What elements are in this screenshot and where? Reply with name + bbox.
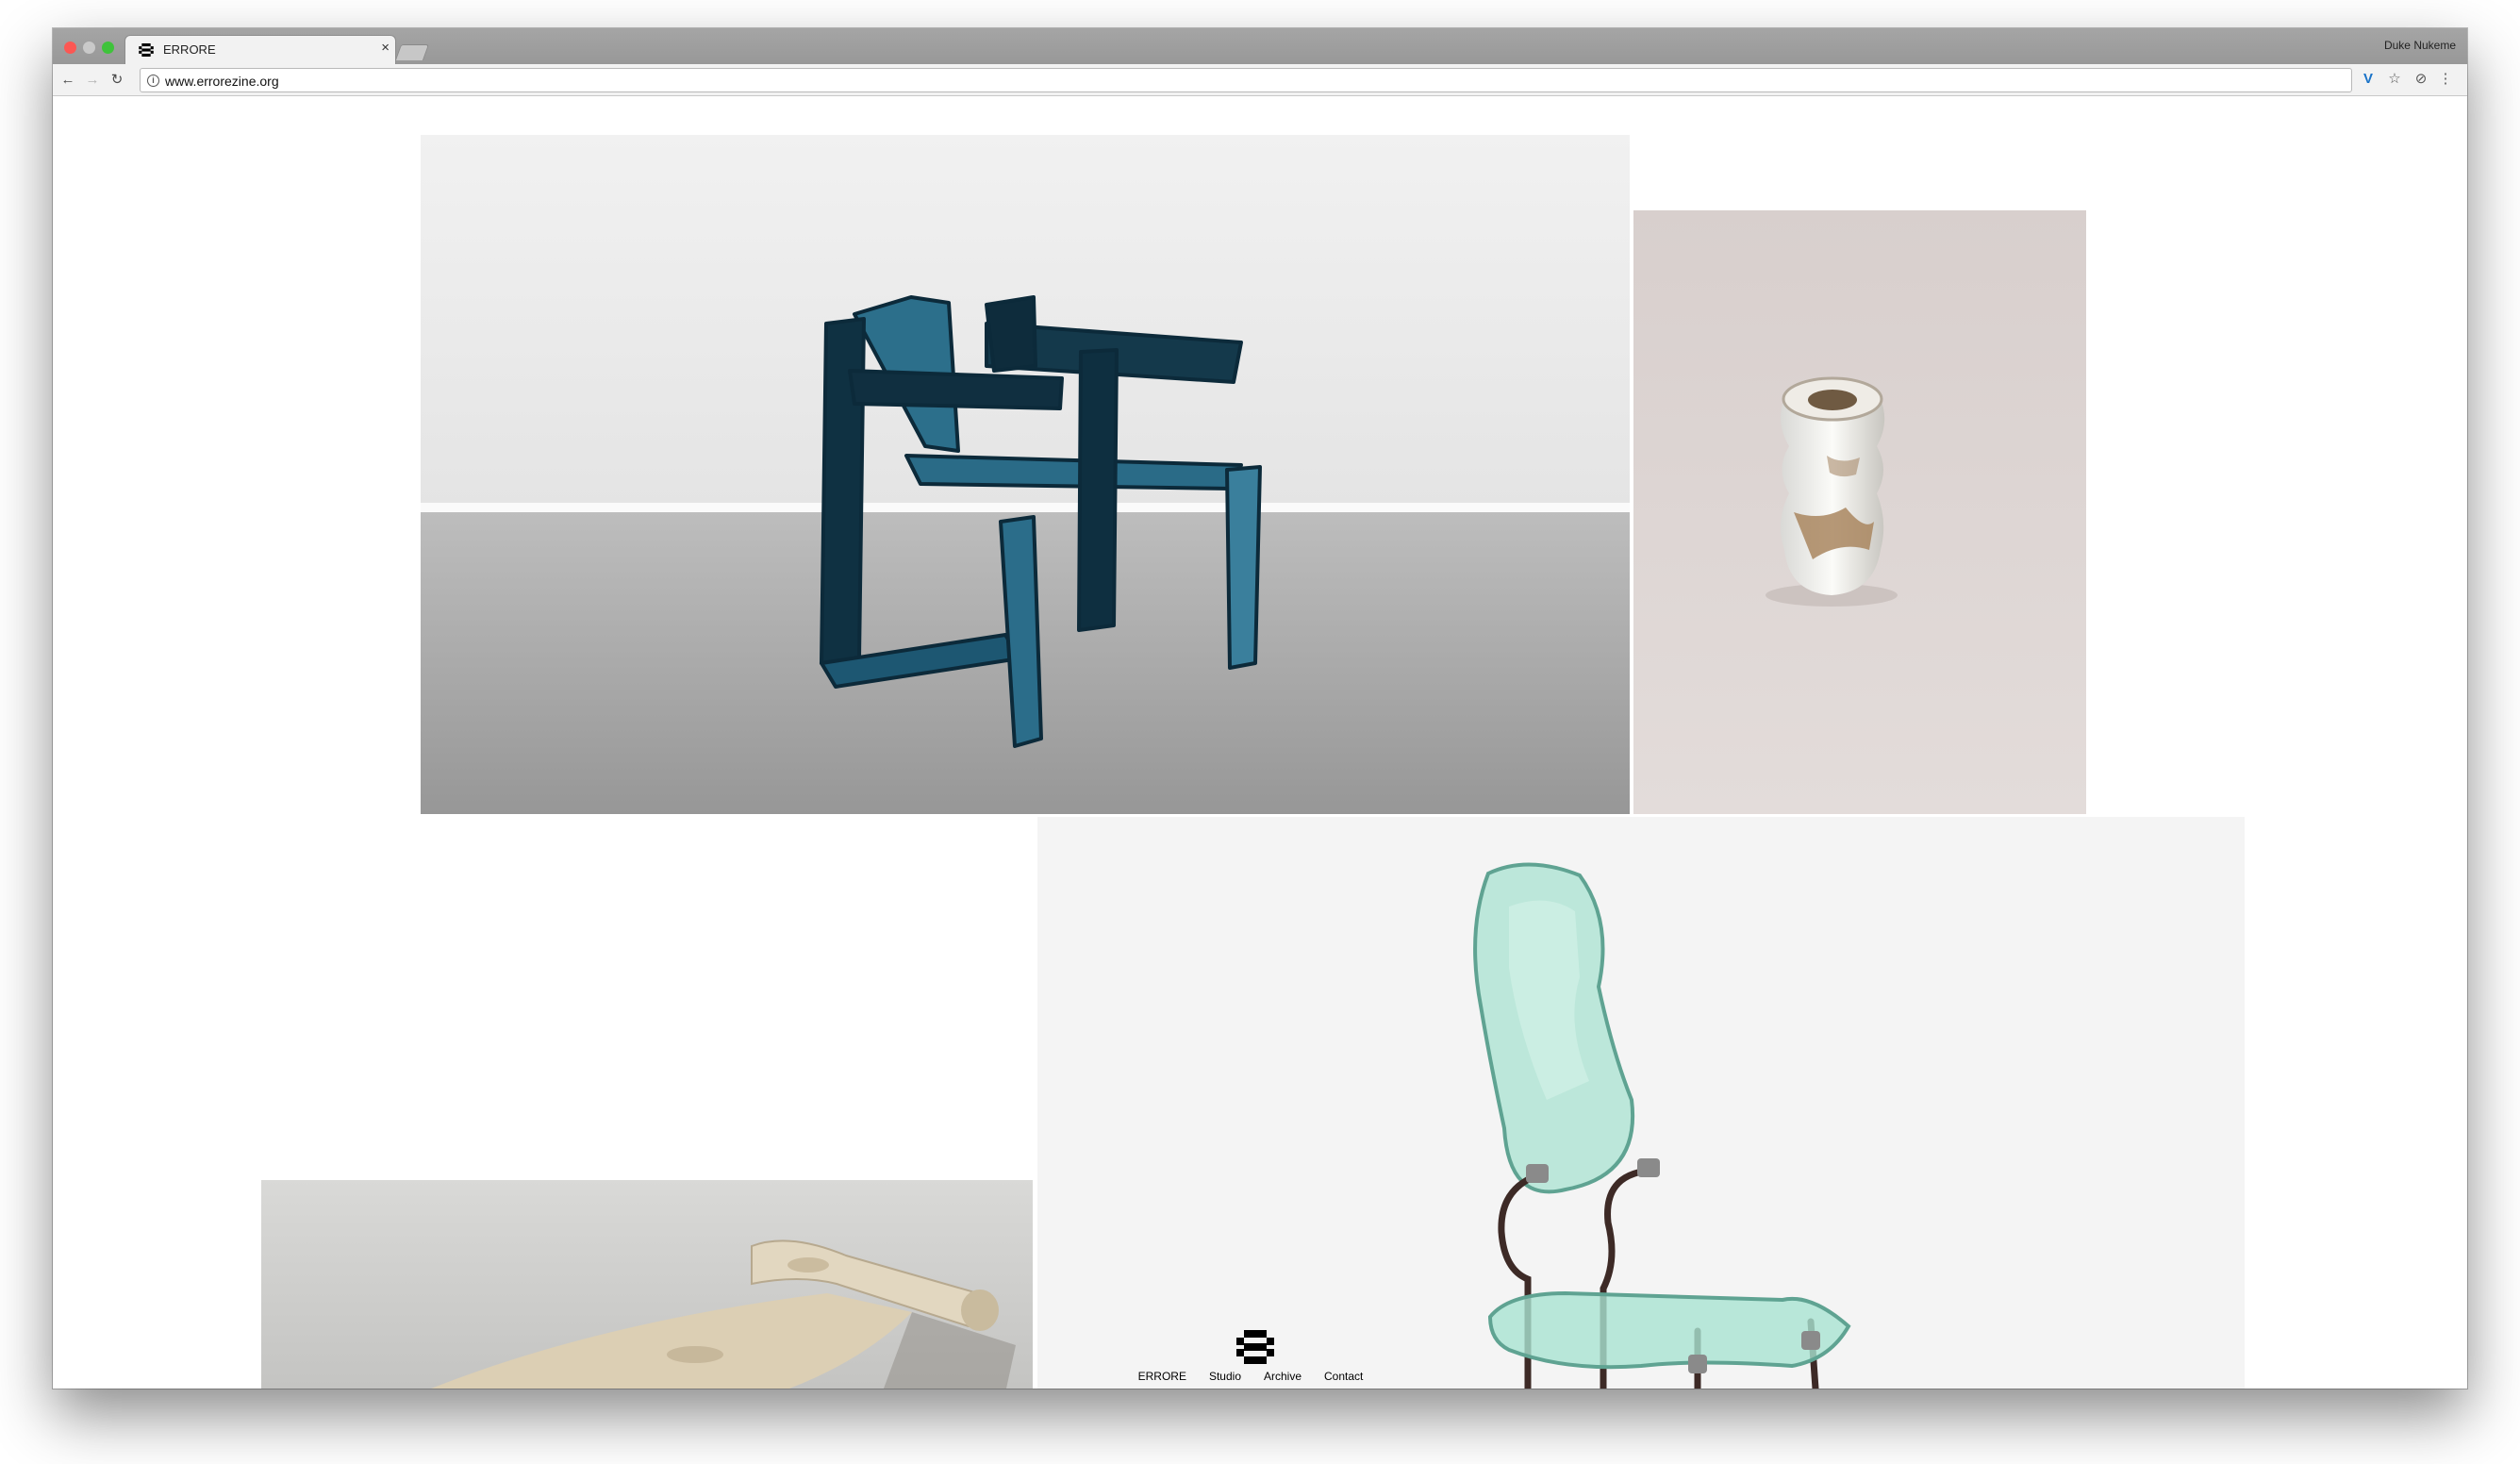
footer-link-errore[interactable]: ERRORE: [1138, 1370, 1186, 1383]
glass-chair-photo: [1037, 817, 2245, 1389]
reload-icon[interactable]: ↻: [109, 73, 124, 88]
info-icon[interactable]: i: [147, 75, 159, 87]
browser-toolbar: ← → ↻ i www.errorezine.org V ☆ ⊘ ⋮: [53, 64, 2467, 96]
tab-close-icon[interactable]: ×: [381, 40, 390, 56]
back-arrow-icon[interactable]: ←: [60, 73, 75, 88]
gallery-image-glass-chair[interactable]: [1037, 817, 2245, 1389]
clay-lounger-photo: [261, 1180, 1033, 1389]
browser-tab[interactable]: ERRORE ×: [124, 35, 396, 64]
url-text[interactable]: www.errorezine.org: [165, 74, 279, 89]
vpn-extension-icon[interactable]: V: [2360, 72, 2377, 87]
browser-window: ERRORE × Duke Nukeme ← → ↻ i www.errorez…: [53, 28, 2467, 1389]
footer-link-studio[interactable]: Studio: [1209, 1370, 1241, 1383]
footer-link-contact[interactable]: Contact: [1324, 1370, 1363, 1383]
footer-nav: ERRORE Studio Archive Contact: [1128, 1370, 1373, 1383]
gallery-image-vase[interactable]: [1633, 210, 2086, 814]
errore-logo-icon: [139, 43, 154, 57]
minimize-window-button[interactable]: [83, 42, 95, 54]
browser-menu-icon[interactable]: ⋮: [2437, 72, 2454, 87]
errore-logo-icon[interactable]: [1236, 1330, 1274, 1364]
address-bar[interactable]: i www.errorezine.org: [140, 68, 2352, 92]
forward-arrow-icon[interactable]: →: [85, 73, 100, 88]
gallery-image-blue-chair[interactable]: [421, 135, 1630, 814]
bookmark-star-icon[interactable]: ☆: [2386, 72, 2403, 87]
close-window-button[interactable]: [64, 42, 76, 54]
adblock-extension-icon[interactable]: ⊘: [2412, 72, 2429, 87]
tab-title: ERRORE: [163, 42, 216, 57]
vase-photo: [1633, 210, 2086, 814]
site-footer: ERRORE Studio Archive Contact: [1128, 1330, 1373, 1387]
blue-chair-photo: [421, 135, 1630, 814]
gallery-image-clay-lounger[interactable]: [261, 1180, 1033, 1389]
new-tab-button[interactable]: [394, 44, 430, 60]
title-bar: ERRORE × Duke Nukeme: [53, 28, 2467, 64]
maximize-window-button[interactable]: [102, 42, 114, 54]
footer-link-archive[interactable]: Archive: [1264, 1370, 1301, 1383]
page-viewport: ERRORE Studio Archive Contact: [53, 96, 2467, 1389]
profile-name[interactable]: Duke Nukeme: [2384, 39, 2456, 52]
